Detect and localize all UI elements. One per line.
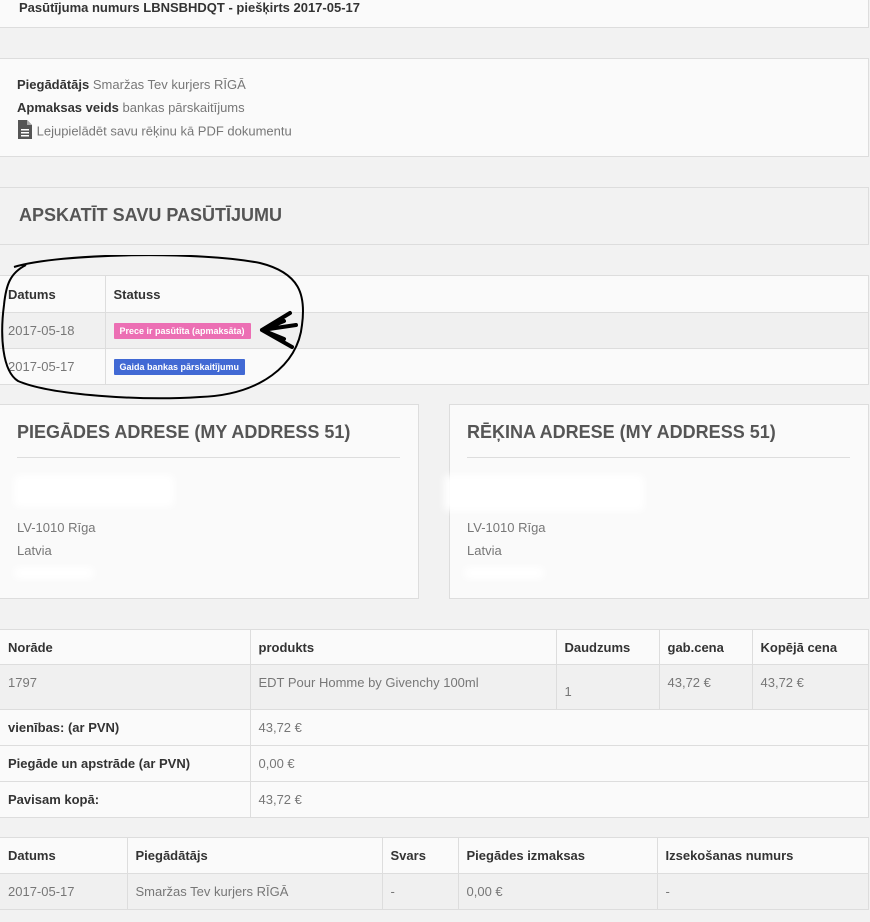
- products-table-header: Norāde produkts Daudzums gab.cena Kopējā…: [0, 629, 869, 665]
- col-product: produkts: [249, 629, 557, 665]
- table-row: 2017-05-17 Smaržas Tev kurjers RĪGĀ - 0,…: [0, 873, 869, 910]
- totals-row: Pavisam kopā: 43,72 €: [0, 781, 869, 818]
- view-order-panel: APSKATĪT SAVU PASŪTĪJUMU: [0, 187, 869, 245]
- delivery-city: LV-1010 Rīga: [17, 520, 96, 535]
- col-carrier: Piegādātājs: [126, 837, 383, 874]
- shipping-carrier: Smaržas Tev kurjers RĪGĀ: [126, 873, 383, 910]
- table-row: 1797 EDT Pour Homme by Givenchy 100ml 1 …: [0, 664, 869, 710]
- document-icon: [17, 120, 33, 142]
- grand-total-value: 43,72 €: [249, 781, 869, 818]
- supplier-line: Piegādātājs Smaržas Tev kurjers RĪGĀ: [17, 77, 246, 92]
- supplier-value: Smaržas Tev kurjers RĪGĀ: [92, 77, 246, 92]
- product-total-price: 43,72 €: [751, 664, 869, 710]
- divider: [17, 457, 400, 458]
- subtotal-value: 43,72 €: [249, 709, 869, 746]
- billing-address-heading: RĒĶINA ADRESE (MY ADDRESS 51): [467, 422, 776, 442]
- order-title: Pasūtījuma numurs LBNSBHDQT - piešķirts …: [19, 0, 360, 15]
- shipping-cost: 0,00 €: [457, 873, 658, 910]
- billing-address-panel: RĒĶINA ADRESE (MY ADDRESS 51) LV-1010 Rī…: [444, 404, 869, 599]
- shipping-table-header: Datums Piegādātājs Svars Piegādes izmaks…: [0, 837, 869, 874]
- payment-value: bankas pārskaitījums: [122, 100, 245, 115]
- redacted-phone: [464, 567, 544, 579]
- grand-total-label: Pavisam kopā:: [0, 781, 251, 818]
- annotation-circle: [1, 255, 305, 400]
- col-total-price: Kopējā cena: [751, 629, 869, 665]
- col-shipping-cost: Piegādes izmaksas: [457, 837, 658, 874]
- totals-row: Piegāde un apstrāde (ar PVN) 0,00 €: [0, 745, 869, 782]
- product-reference: 1797: [0, 664, 251, 710]
- payment-label: Apmaksas veids: [17, 100, 119, 115]
- divider: [467, 457, 850, 458]
- product-name: EDT Pour Homme by Givenchy 100ml: [249, 664, 557, 710]
- view-order-heading: APSKATĪT SAVU PASŪTĪJUMU: [19, 205, 283, 225]
- redacted-address: [14, 475, 174, 507]
- order-info-panel: Piegādātājs Smaržas Tev kurjers RĪGĀ Apm…: [0, 58, 869, 157]
- tracking-number: -: [656, 873, 869, 910]
- redacted-address: [444, 475, 644, 511]
- supplier-label: Piegādātājs: [17, 77, 90, 92]
- col-date: Datums: [0, 837, 128, 874]
- order-title-panel: Pasūtījuma numurs LBNSBHDQT - piešķirts …: [0, 0, 869, 28]
- shipping-label: Piegāde un apstrāde (ar PVN): [0, 745, 251, 782]
- col-unit-price: gab.cena: [658, 629, 753, 665]
- col-reference: Norāde: [0, 629, 251, 665]
- annotation-arrow: [260, 311, 298, 349]
- shipping-weight: -: [381, 873, 459, 910]
- totals-row: vienības: (ar PVN) 43,72 €: [0, 709, 869, 746]
- product-unit-price: 43,72 €: [658, 664, 753, 710]
- col-quantity: Daudzums: [555, 629, 660, 665]
- product-quantity: 1: [555, 664, 660, 710]
- delivery-country: Latvia: [17, 543, 52, 558]
- subtotal-label: vienības: (ar PVN): [0, 709, 251, 746]
- pdf-link-text: Lejupielādēt savu rēķinu kā PDF dokument…: [36, 123, 292, 139]
- billing-city: LV-1010 Rīga: [467, 520, 546, 535]
- col-weight: Svars: [381, 837, 459, 874]
- products-table: Norāde produkts Daudzums gab.cena Kopējā…: [0, 629, 869, 818]
- shipping-table: Datums Piegādātājs Svars Piegādes izmaks…: [0, 837, 869, 910]
- billing-country: Latvia: [467, 543, 502, 558]
- pdf-download-link[interactable]: Lejupielādēt savu rēķinu kā PDF dokument…: [17, 120, 292, 142]
- shipping-date: 2017-05-17: [0, 873, 128, 910]
- redacted-phone: [14, 567, 94, 579]
- delivery-address-heading: PIEGĀDES ADRESE (MY ADDRESS 51): [17, 422, 351, 442]
- shipping-value: 0,00 €: [249, 745, 869, 782]
- delivery-address-panel: PIEGĀDES ADRESE (MY ADDRESS 51) LV-1010 …: [0, 404, 419, 599]
- col-tracking-number: Izsekošanas numurs: [656, 837, 869, 874]
- payment-line: Apmaksas veids bankas pārskaitījums: [17, 100, 245, 115]
